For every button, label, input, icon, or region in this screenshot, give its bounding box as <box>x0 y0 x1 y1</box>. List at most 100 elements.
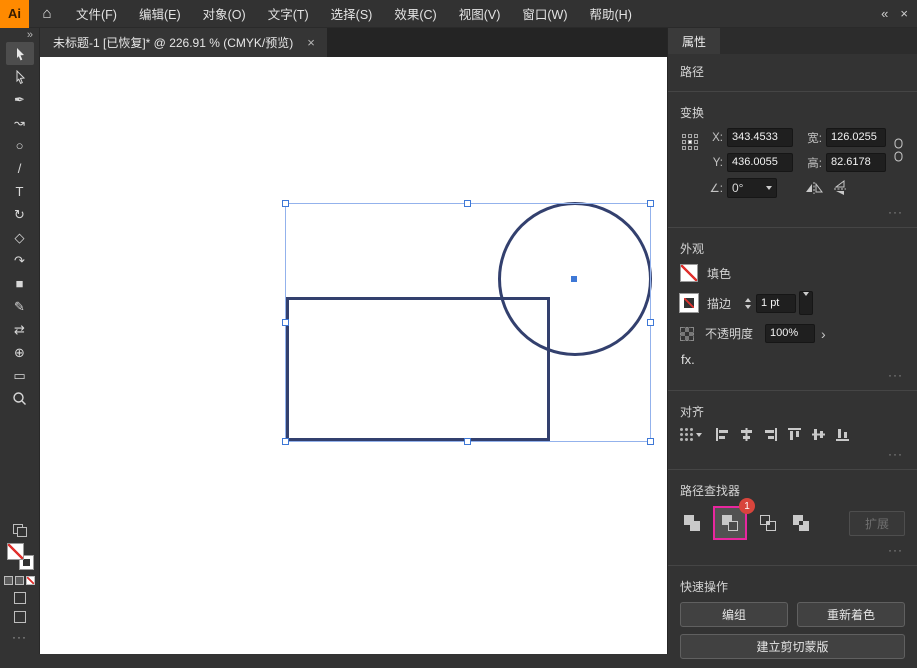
intersect-button[interactable] <box>756 511 780 535</box>
menu-effect[interactable]: 效果(C) <box>383 4 447 23</box>
illustrator-window: Ai ⌂ 文件(F) 编辑(E) 对象(O) 文字(T) 选择(S) 效果(C)… <box>0 0 917 659</box>
object-type-label: 路径 <box>680 65 705 79</box>
transform-more-icon[interactable]: ··· <box>680 204 905 221</box>
selection-bounding-box[interactable] <box>282 200 654 445</box>
menu-object[interactable]: 对象(O) <box>192 4 257 23</box>
fill-stroke-indicator[interactable] <box>6 543 34 570</box>
color-type-icons[interactable] <box>4 576 35 585</box>
edit-toolbar-icon[interactable]: ··· <box>12 630 27 644</box>
exclude-icon <box>793 515 809 531</box>
appearance-more-icon[interactable]: ··· <box>680 367 905 384</box>
eraser-tool[interactable]: ◇ <box>6 226 34 249</box>
curvature-tool[interactable]: ↝ <box>6 111 34 134</box>
reference-point-icon[interactable] <box>682 134 698 150</box>
change-screen-mode-icon[interactable] <box>13 611 26 623</box>
align-h-center-button[interactable] <box>739 427 754 442</box>
divider <box>668 469 917 470</box>
constrain-proportions-icon[interactable] <box>892 138 905 162</box>
exclude-button[interactable] <box>789 511 813 535</box>
stroke-weight-input[interactable]: 1 pt <box>756 293 797 313</box>
app-logo[interactable]: Ai <box>0 0 29 28</box>
flip-vertical-icon[interactable] <box>833 180 847 196</box>
rotate-tool[interactable]: ↻ <box>6 203 34 226</box>
align-v-center-button[interactable] <box>811 427 826 442</box>
align-to-selector[interactable] <box>680 428 702 441</box>
menu-select[interactable]: 选择(S) <box>320 4 384 23</box>
pathfinder-more-icon[interactable]: ··· <box>680 542 905 559</box>
pen-tool[interactable]: ✒ <box>6 88 34 111</box>
height-input[interactable]: 82.6178 <box>826 153 886 172</box>
selection-handle[interactable] <box>464 200 471 207</box>
home-icon[interactable]: ⌂ <box>29 5 65 22</box>
type-tool[interactable]: T <box>6 180 34 203</box>
rotate-view-tool[interactable]: ↷ <box>6 249 34 272</box>
pen-icon: ✒ <box>14 92 25 107</box>
fill-swatch[interactable] <box>6 543 24 560</box>
chevron-down-icon <box>766 186 772 190</box>
menu-type[interactable]: 文字(T) <box>257 4 320 23</box>
flip-horizontal-icon[interactable] <box>805 181 823 195</box>
shaper-tool[interactable]: ○ <box>6 134 34 157</box>
selection-handle[interactable] <box>647 200 654 207</box>
transform-tool[interactable]: ⇄ <box>6 318 34 341</box>
opacity-icon[interactable] <box>680 326 694 341</box>
width-input[interactable]: 126.0255 <box>826 128 886 147</box>
align-left-icon <box>716 428 728 441</box>
width-tool[interactable]: ⊕ <box>6 341 34 364</box>
tab-properties[interactable]: 属性 <box>668 28 721 54</box>
align-more-icon[interactable]: ··· <box>680 446 905 463</box>
chevron-down-icon <box>696 432 702 437</box>
align-right-button[interactable] <box>763 427 778 442</box>
selection-handle[interactable] <box>647 438 654 445</box>
tab-close-icon[interactable]: × <box>307 35 315 50</box>
opacity-options-icon[interactable]: › <box>821 327 826 341</box>
make-clipping-mask-button[interactable]: 建立剪切蒙版 <box>680 634 905 659</box>
height-label: 高: <box>807 157 822 170</box>
recolor-button[interactable]: 重新着色 <box>797 602 905 627</box>
draw-mode-icon[interactable] <box>13 592 26 604</box>
rotation-dropdown[interactable]: 0° <box>727 178 777 198</box>
zoom-tool[interactable] <box>6 387 34 410</box>
pathfinder-section: 路径查找器 1 扩展 ··· <box>668 473 917 562</box>
stroke-weight-stepper[interactable] <box>745 297 752 309</box>
selection-handle[interactable] <box>464 438 471 445</box>
close-icon[interactable]: × <box>900 6 908 21</box>
minus-front-button[interactable] <box>718 511 742 535</box>
align-left-button[interactable] <box>715 427 730 442</box>
selection-handle[interactable] <box>282 200 289 207</box>
align-title: 对齐 <box>680 405 705 419</box>
menu-edit[interactable]: 编辑(E) <box>128 4 192 23</box>
y-input[interactable]: 436.0055 <box>727 153 793 172</box>
menu-view[interactable]: 视图(V) <box>448 4 512 23</box>
align-bottom-button[interactable] <box>835 427 850 442</box>
width-icon: ⊕ <box>14 345 25 360</box>
artboard-tool[interactable]: ▭ <box>6 364 34 387</box>
menu-help[interactable]: 帮助(H) <box>579 4 643 23</box>
selection-handle[interactable] <box>647 318 654 326</box>
stroke-none-swatch[interactable] <box>679 293 699 313</box>
x-input[interactable]: 343.4533 <box>727 128 793 147</box>
opacity-input[interactable]: 100% <box>765 324 816 343</box>
line-tool[interactable]: / <box>6 157 34 180</box>
menu-window[interactable]: 窗口(W) <box>511 4 578 23</box>
selection-handle[interactable] <box>282 318 289 326</box>
transform-icon: ⇄ <box>14 322 25 337</box>
selection-handle[interactable] <box>282 438 289 445</box>
rectangle-tool[interactable]: ■ <box>6 272 34 295</box>
fx-button[interactable]: fx. <box>681 352 905 367</box>
collapse-panels-icon[interactable]: « <box>881 6 888 21</box>
unite-button[interactable] <box>680 511 704 535</box>
stroke-weight-dropdown[interactable] <box>799 291 814 315</box>
selection-tool[interactable] <box>5 42 34 65</box>
document-tab[interactable]: 未标题-1 [已恢复]* @ 226.91 % (CMYK/预览) × <box>40 28 327 57</box>
screen-mode-icon[interactable] <box>12 524 27 537</box>
artboard-canvas[interactable] <box>40 57 667 654</box>
group-button[interactable]: 编组 <box>680 602 788 627</box>
toolbar-expand-icon[interactable]: » <box>27 28 39 42</box>
direct-selection-tool[interactable] <box>6 65 34 88</box>
expand-button[interactable]: 扩展 <box>848 510 905 536</box>
fill-none-swatch[interactable] <box>680 264 698 282</box>
pencil-tool[interactable]: ✎ <box>6 295 34 318</box>
menu-file[interactable]: 文件(F) <box>65 4 128 23</box>
align-top-button[interactable] <box>787 427 802 442</box>
